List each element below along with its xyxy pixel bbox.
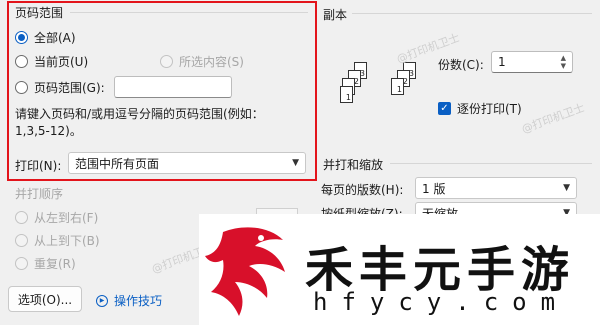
radio-repeat-label: 重复(R) <box>34 257 76 271</box>
radio-top-to-bottom-label: 从上到下(B) <box>34 234 100 248</box>
radio-top-to-bottom-indicator <box>15 234 28 247</box>
radio-left-to-right: 从左到右(F) <box>15 209 98 226</box>
zoom-title: 并打和缩放 <box>323 158 384 172</box>
copies-count-spinner[interactable]: 1 ▲ ▼ <box>491 51 573 73</box>
watermark-text: @打印机卫士 <box>519 101 587 136</box>
copies-title: 副本 <box>323 8 348 22</box>
radio-left-to-right-label: 从左到右(F) <box>34 211 99 225</box>
options-button[interactable]: 选项(O)... <box>8 286 82 312</box>
dragon-logo-icon <box>205 227 285 316</box>
highlight-frame <box>7 1 317 181</box>
pages-per-sheet-value: 1 版 <box>422 181 446 196</box>
options-button-label: 选项(O)... <box>17 292 73 307</box>
radio-repeat-indicator <box>15 257 28 270</box>
pages-per-sheet-label: 每页的版数(H): <box>321 183 404 197</box>
checkmark-icon[interactable]: ✓ <box>438 102 451 115</box>
tips-link-label: 操作技巧 <box>114 294 163 308</box>
radio-repeat: 重复(R) <box>15 255 76 272</box>
radio-left-to-right-indicator <box>15 211 28 224</box>
spin-arrows-icon[interactable]: ▲ ▼ <box>561 54 566 70</box>
collate-checkbox-label: 逐份打印(T) <box>457 102 522 116</box>
pages-per-sheet-select[interactable]: 1 版 ▼ <box>415 177 577 199</box>
radio-top-to-bottom: 从上到下(B) <box>15 232 100 249</box>
chevron-down-icon: ▼ <box>563 183 570 193</box>
tips-link[interactable]: ▶ 操作技巧 <box>96 292 162 309</box>
copies-count-label: 份数(C): <box>438 58 484 72</box>
copies-divider <box>352 13 592 14</box>
brand-url: hfycy.com <box>313 288 570 316</box>
collate-order-title: 并打顺序 <box>15 187 64 201</box>
copies-count-value: 1 <box>498 55 506 69</box>
collate-checkbox[interactable]: ✓ 逐份打印(T) <box>438 100 522 117</box>
play-circle-icon: ▶ <box>96 294 108 307</box>
brand-banner: 禾丰元手游 hfycy.com <box>199 214 600 325</box>
zoom-divider <box>390 163 592 164</box>
